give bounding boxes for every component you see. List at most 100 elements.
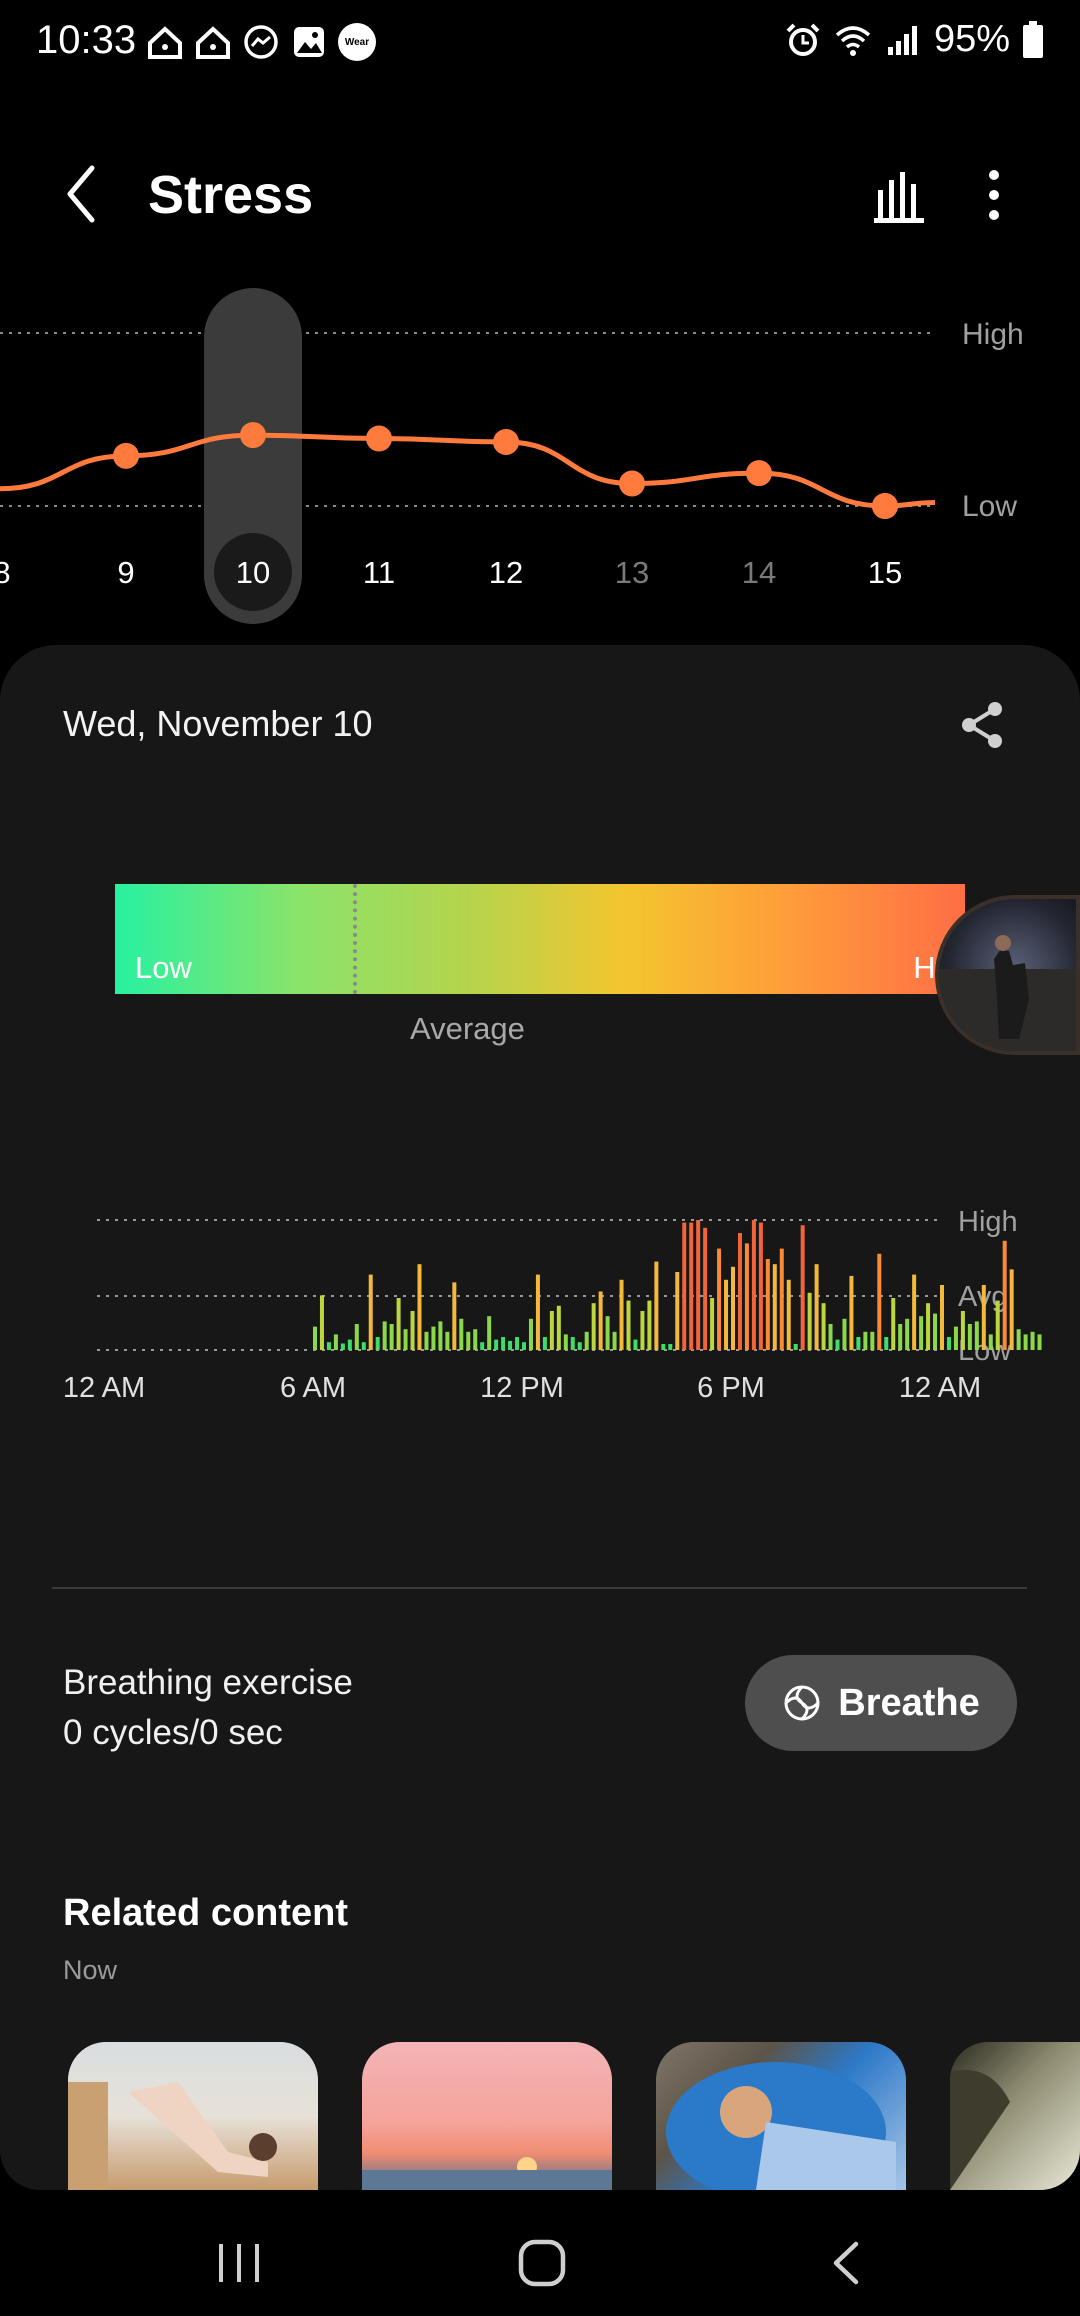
stress-bar xyxy=(668,1344,673,1350)
related-thumbnail-sunset[interactable] xyxy=(362,2042,612,2190)
bar-chart-icon[interactable] xyxy=(870,160,930,230)
trend-day-label[interactable]: 13 xyxy=(615,555,649,590)
related-thumbnail-workout[interactable] xyxy=(68,2042,318,2190)
trend-point[interactable] xyxy=(493,428,519,455)
more-vertical-icon[interactable] xyxy=(970,160,1018,230)
trend-point[interactable] xyxy=(619,470,645,497)
related-thumbnail-relax[interactable] xyxy=(656,2042,906,2190)
stress-bar xyxy=(487,1316,492,1350)
stress-bar xyxy=(703,1227,708,1350)
status-time: 10:33 xyxy=(36,18,137,62)
stress-bar xyxy=(793,1344,798,1350)
stress-bar xyxy=(605,1316,610,1350)
trend-point[interactable] xyxy=(113,442,139,469)
home-alert-icon xyxy=(196,26,230,59)
stress-bar xyxy=(368,1274,373,1350)
stress-bar xyxy=(731,1266,735,1350)
stress-bar xyxy=(779,1248,784,1350)
signal-icon xyxy=(887,25,917,55)
trend-day-label[interactable]: 14 xyxy=(742,555,776,590)
stress-bar xyxy=(382,1321,387,1350)
back-icon[interactable] xyxy=(828,2238,864,2288)
stress-bar xyxy=(403,1329,408,1350)
notification-icons: Wear xyxy=(146,20,376,64)
stress-level-gradient: Low High xyxy=(115,884,977,994)
stress-bar xyxy=(389,1324,394,1350)
daily-stress-chart[interactable]: High Avg. Low 12 AM 6 AM 12 PM 6 PM 12 AM xyxy=(0,1180,1080,1420)
stress-bar xyxy=(682,1222,687,1350)
home-icon[interactable] xyxy=(517,2238,567,2288)
stress-bar xyxy=(459,1318,464,1350)
stress-bar xyxy=(863,1331,868,1350)
trend-point[interactable] xyxy=(240,422,266,449)
trend-day-label[interactable]: 15 xyxy=(868,555,902,590)
trend-day-label[interactable]: 8 xyxy=(0,555,11,590)
wear-icon: Wear xyxy=(338,23,376,61)
messenger-icon xyxy=(244,25,278,59)
stress-bar xyxy=(661,1344,666,1350)
stress-bar xyxy=(744,1243,749,1350)
stress-trend-chart[interactable]: High Low 8 9 10 11 12 13 14 15 xyxy=(0,280,1080,640)
trend-low-label: Low xyxy=(962,490,1017,523)
stress-bar xyxy=(786,1279,791,1350)
sunset-beach-photo xyxy=(362,2157,612,2190)
gradient-low-label: Low xyxy=(135,950,192,985)
related-content-title: Related content xyxy=(63,1892,349,1934)
floating-profile-bubble[interactable] xyxy=(935,895,1080,1055)
daily-x-label: 12 PM xyxy=(480,1372,564,1404)
stress-bar xyxy=(612,1331,617,1350)
stress-bar xyxy=(926,1303,931,1350)
stress-bar xyxy=(828,1324,833,1350)
stress-bar xyxy=(953,1326,958,1350)
stress-bar xyxy=(870,1331,875,1350)
stress-bar xyxy=(1037,1334,1042,1350)
wifi-icon xyxy=(835,25,871,56)
stress-bar xyxy=(410,1311,415,1350)
daily-x-label: 6 PM xyxy=(697,1372,765,1404)
stress-bar xyxy=(905,1318,910,1350)
stress-bar xyxy=(542,1337,547,1350)
daily-avg-label: Avg. xyxy=(958,1281,1016,1313)
stress-bar xyxy=(619,1279,624,1350)
stress-bar xyxy=(967,1324,972,1350)
daily-high-label: High xyxy=(958,1206,1018,1238)
average-marker xyxy=(353,884,357,994)
trend-day-label[interactable]: 9 xyxy=(117,555,134,590)
stress-bar xyxy=(563,1334,568,1350)
stress-bar xyxy=(765,1259,770,1350)
stress-bar xyxy=(640,1311,645,1350)
trend-point[interactable] xyxy=(872,493,898,519)
trend-line xyxy=(0,432,936,509)
breathing-title: Breathing exercise xyxy=(63,1663,353,1702)
trend-high-label: High xyxy=(962,318,1024,351)
stress-bar xyxy=(361,1342,366,1350)
breathe-button[interactable]: Breathe xyxy=(745,1655,1017,1751)
trend-day-label[interactable]: 12 xyxy=(489,555,523,590)
stress-bar xyxy=(549,1311,554,1350)
average-label: Average xyxy=(410,1011,525,1046)
battery-percent: 95% xyxy=(933,18,1010,60)
stress-bar xyxy=(835,1339,840,1350)
stress-bar xyxy=(1016,1329,1021,1350)
daily-x-label: 12 AM xyxy=(63,1372,145,1404)
stress-bar xyxy=(912,1274,917,1350)
trend-day-label[interactable]: 11 xyxy=(363,555,395,590)
trend-point[interactable] xyxy=(746,460,772,487)
trend-point[interactable] xyxy=(366,425,392,452)
stress-bar xyxy=(856,1337,861,1350)
status-right: 95% xyxy=(784,18,1044,61)
stress-bar xyxy=(319,1295,324,1350)
recents-icon[interactable] xyxy=(215,2240,263,2286)
related-content-subtitle: Now xyxy=(63,1955,118,1985)
trend-day-label[interactable]: 10 xyxy=(236,555,270,590)
related-thumbnail-forest[interactable] xyxy=(950,2042,1080,2190)
stress-bar xyxy=(877,1253,882,1350)
stress-bar xyxy=(717,1248,722,1350)
share-icon[interactable] xyxy=(955,697,1011,753)
stress-bar xyxy=(1023,1334,1028,1350)
stress-bar xyxy=(375,1337,380,1350)
back-icon[interactable] xyxy=(56,158,112,230)
stress-bar xyxy=(528,1318,533,1350)
stress-bar xyxy=(898,1324,903,1350)
stress-bar xyxy=(981,1285,986,1350)
